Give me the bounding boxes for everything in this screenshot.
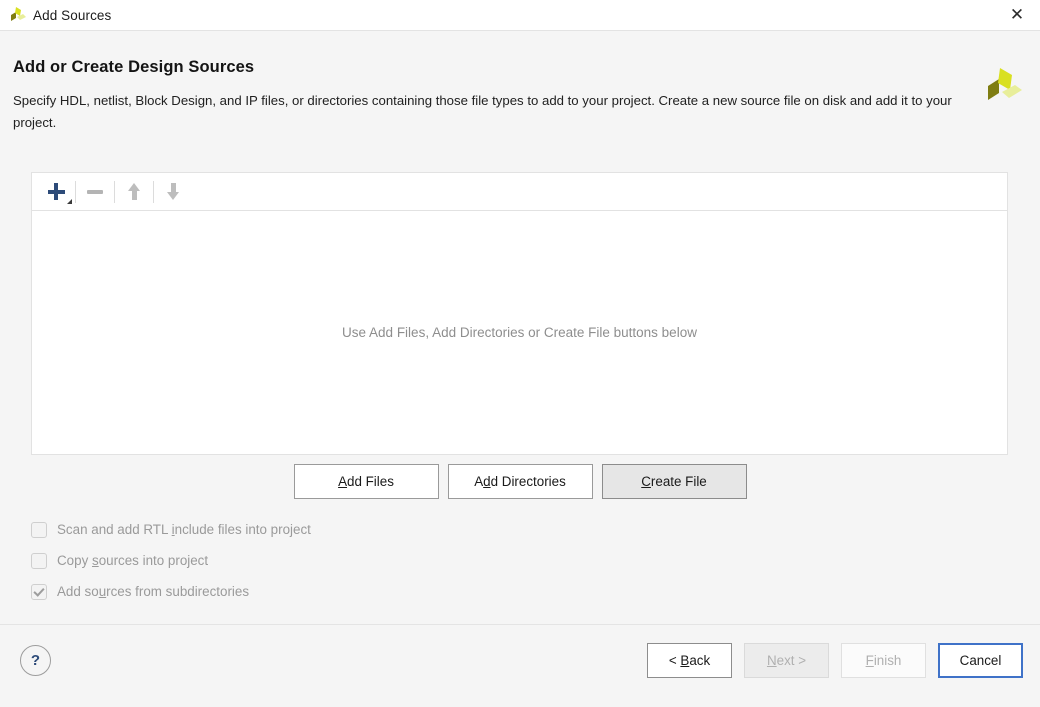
- sources-list-panel: Use Add Files, Add Directories or Create…: [31, 172, 1008, 455]
- move-down-button[interactable]: [154, 177, 192, 207]
- empty-list-message: Use Add Files, Add Directories or Create…: [342, 325, 697, 340]
- page-description: Specify HDL, netlist, Block Design, and …: [13, 93, 952, 130]
- copy-sources-option[interactable]: Copy sources into project: [31, 545, 311, 576]
- back-button[interactable]: < Back: [647, 643, 732, 678]
- arrow-up-icon: [127, 183, 142, 200]
- plus-icon: [47, 183, 65, 200]
- dialog-footer: ? < Back Next > Finish Cancel: [0, 624, 1040, 707]
- window-titlebar: Add Sources ✕: [0, 0, 1040, 31]
- window-title: Add Sources: [33, 7, 112, 23]
- create-file-button[interactable]: Create File: [601, 464, 747, 499]
- add-directories-button[interactable]: Add Directories: [447, 464, 593, 499]
- source-action-buttons: Add Files Add Directories Create File: [0, 464, 1040, 499]
- remove-button[interactable]: [76, 177, 114, 207]
- finish-button[interactable]: Finish: [841, 643, 926, 678]
- scan-rtl-include-label: Scan and add RTL include files into proj…: [57, 522, 311, 537]
- copy-sources-checkbox[interactable]: [31, 552, 47, 569]
- add-button[interactable]: [37, 177, 75, 207]
- help-button[interactable]: ?: [20, 645, 51, 676]
- options-checkbox-group: Scan and add RTL include files into proj…: [31, 514, 311, 607]
- add-subdirectories-label: Add sources from subdirectories: [57, 584, 250, 599]
- add-files-label: Add Files: [338, 474, 394, 489]
- back-label: < Back: [668, 653, 711, 668]
- next-label: Next >: [766, 653, 807, 668]
- wizard-navigation-buttons: < Back Next > Finish Cancel: [647, 643, 1023, 678]
- create-file-label: Create File: [641, 474, 707, 489]
- cancel-label: Cancel: [959, 653, 1002, 668]
- minus-icon: [87, 189, 103, 194]
- scan-rtl-include-option[interactable]: Scan and add RTL include files into proj…: [31, 514, 311, 545]
- dialog-body: Add or Create Design Sources Specify HDL…: [0, 32, 1040, 625]
- finish-label: Finish: [865, 653, 902, 668]
- add-subdirectories-option[interactable]: Add sources from subdirectories: [31, 576, 311, 607]
- scan-rtl-include-checkbox[interactable]: [31, 521, 47, 538]
- add-directories-label: Add Directories: [474, 474, 566, 489]
- vivado-logo-icon: [8, 6, 26, 24]
- copy-sources-label: Copy sources into project: [57, 553, 209, 568]
- move-up-button[interactable]: [115, 177, 153, 207]
- chevron-down-icon: [67, 198, 72, 204]
- arrow-down-icon: [166, 183, 181, 200]
- add-subdirectories-checkbox[interactable]: [31, 583, 47, 600]
- sources-toolbar: [32, 173, 1007, 211]
- page-title: Add or Create Design Sources: [13, 58, 255, 76]
- cancel-button[interactable]: Cancel: [938, 643, 1023, 678]
- close-icon[interactable]: ✕: [994, 0, 1040, 31]
- next-button[interactable]: Next >: [744, 643, 829, 678]
- add-files-button[interactable]: Add Files: [293, 464, 439, 499]
- vivado-brand-logo-icon: [981, 65, 1023, 107]
